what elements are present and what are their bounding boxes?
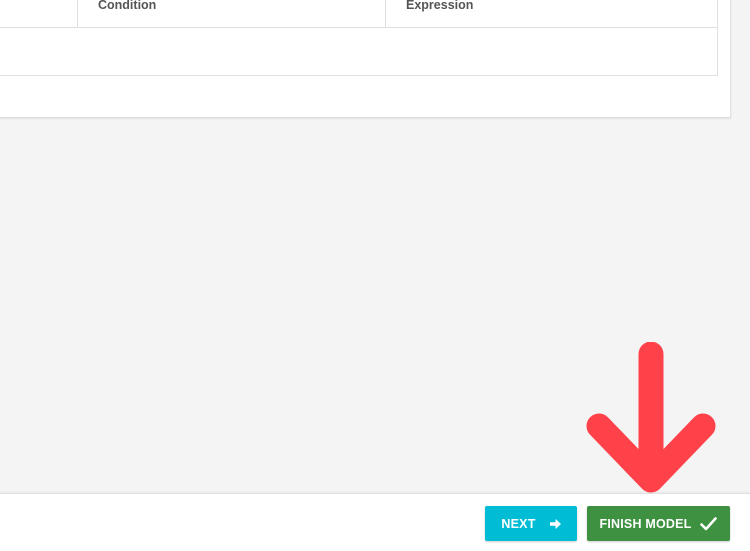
wizard-footer: NEXT FINISH MODEL [0, 493, 750, 551]
table-header: Condition Expression [0, 0, 717, 28]
column-header-expression[interactable]: Expression [385, 0, 717, 28]
rules-card: Condition Expression [0, 0, 731, 118]
column-header-condition-label: Condition [98, 0, 157, 12]
table-row [0, 28, 717, 75]
column-header-condition[interactable]: Condition [77, 0, 385, 28]
column-header-expression-label: Expression [406, 0, 474, 12]
down-arrow-annotation [586, 342, 716, 493]
next-button[interactable]: NEXT [485, 506, 577, 541]
checkmark-icon [700, 516, 718, 530]
down-arrow-shape [586, 342, 716, 493]
rules-table: Condition Expression [0, 0, 718, 76]
next-button-label: NEXT [501, 516, 536, 531]
arrow-right-icon [549, 518, 561, 529]
finish-model-button-label: FINISH MODEL [599, 516, 692, 531]
finish-model-button[interactable]: FINISH MODEL [587, 506, 730, 541]
